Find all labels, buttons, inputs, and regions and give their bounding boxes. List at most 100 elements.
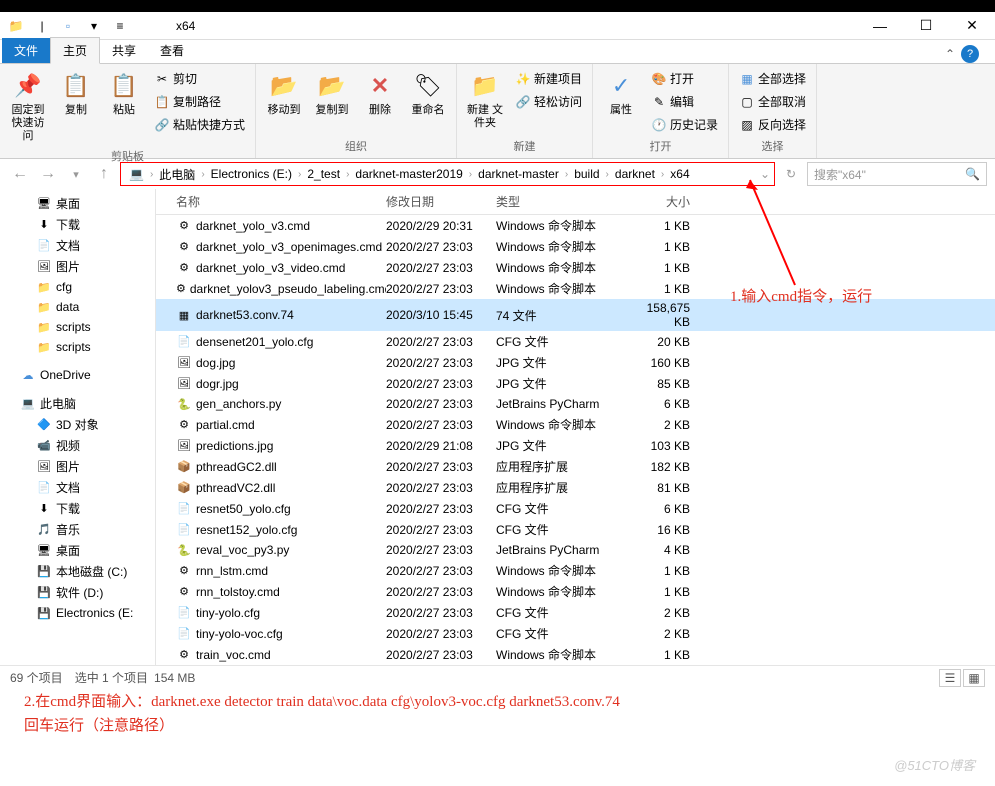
- copy-button[interactable]: 📋复制: [54, 68, 98, 119]
- file-size: 4 KB: [636, 543, 706, 557]
- sidebar-item[interactable]: ⬇下载: [0, 214, 155, 235]
- sidebar-item[interactable]: 🖼图片: [0, 256, 155, 277]
- breadcrumb-item[interactable]: 此电脑: [155, 166, 199, 183]
- file-row[interactable]: 📄resnet50_yolo.cfg 2020/2/27 23:03 CFG 文…: [156, 498, 995, 519]
- delete-button[interactable]: ✕删除: [358, 68, 402, 119]
- sidebar-onedrive[interactable]: ☁OneDrive: [0, 365, 155, 385]
- search-input[interactable]: 搜索"x64"🔍: [807, 162, 987, 186]
- file-row[interactable]: ⚙darknet_yolo_v3_openimages.cmd 2020/2/2…: [156, 236, 995, 257]
- properties-button[interactable]: ✓属性: [599, 68, 643, 119]
- file-row[interactable]: 📦pthreadGC2.dll 2020/2/27 23:03 应用程序扩展 1…: [156, 456, 995, 477]
- sidebar-item[interactable]: 💾软件 (D:): [0, 582, 155, 603]
- breadcrumb-box[interactable]: 💻›此电脑›Electronics (E:)›2_test›darknet-ma…: [120, 162, 775, 186]
- sidebar-item[interactable]: 📄文档: [0, 477, 155, 498]
- breadcrumb-item[interactable]: build: [570, 167, 603, 181]
- edit-button[interactable]: ✎编辑: [647, 91, 722, 112]
- file-icon: ⚙: [176, 260, 192, 276]
- file-row[interactable]: 📦pthreadVC2.dll 2020/2/27 23:03 应用程序扩展 8…: [156, 477, 995, 498]
- file-row[interactable]: 📄densenet201_yolo.cfg 2020/2/27 23:03 CF…: [156, 331, 995, 352]
- tab-file[interactable]: 文件: [2, 38, 50, 63]
- up-button[interactable]: ↑: [92, 162, 116, 186]
- sidebar-item[interactable]: 📁scripts: [0, 337, 155, 357]
- edit-icon: ✎: [651, 94, 667, 110]
- bc-pc-icon[interactable]: 💻: [125, 167, 148, 181]
- column-headers[interactable]: 名称 修改日期 类型 大小: [156, 189, 995, 215]
- invert-button[interactable]: ▨反向选择: [735, 114, 810, 135]
- sidebar-item[interactable]: 💾Electronics (E:: [0, 603, 155, 623]
- open-button[interactable]: 🎨打开: [647, 68, 722, 89]
- sidebar-item[interactable]: 📁scripts: [0, 317, 155, 337]
- view-details-button[interactable]: ☰: [939, 669, 961, 687]
- file-row[interactable]: 📄resnet152_yolo.cfg 2020/2/27 23:03 CFG …: [156, 519, 995, 540]
- breadcrumb-item[interactable]: darknet-master2019: [351, 167, 466, 181]
- file-row[interactable]: 📄tiny-yolo-voc.cfg 2020/2/27 23:03 CFG 文…: [156, 623, 995, 644]
- col-name[interactable]: 名称: [156, 193, 386, 210]
- file-row[interactable]: ⚙rnn_tolstoy.cmd 2020/2/27 23:03 Windows…: [156, 581, 995, 602]
- tab-home[interactable]: 主页: [50, 37, 100, 64]
- back-button[interactable]: ←: [8, 162, 32, 186]
- file-row[interactable]: 🖼predictions.jpg 2020/2/29 21:08 JPG 文件 …: [156, 435, 995, 456]
- copypath-button[interactable]: 📋复制路径: [150, 91, 249, 112]
- file-row[interactable]: ⚙train_voc.cmd 2020/2/27 23:03 Windows 命…: [156, 644, 995, 665]
- sidebar-item[interactable]: 💾本地磁盘 (C:): [0, 561, 155, 582]
- sidebar-item[interactable]: 🔷3D 对象: [0, 414, 155, 435]
- file-row[interactable]: 🖼dog.jpg 2020/2/27 23:03 JPG 文件 160 KB: [156, 352, 995, 373]
- breadcrumb-item[interactable]: x64: [666, 167, 693, 181]
- sidebar-icon: 📁: [36, 299, 52, 315]
- moveto-button[interactable]: 📂移动到: [262, 68, 306, 119]
- file-row[interactable]: ⚙darknet_yolo_v3.cmd 2020/2/29 20:31 Win…: [156, 215, 995, 236]
- properties-icon[interactable]: ▫: [60, 18, 76, 34]
- col-date[interactable]: 修改日期: [386, 193, 496, 210]
- forward-button[interactable]: →: [36, 162, 60, 186]
- file-row[interactable]: ⚙darknet_yolo_v3_video.cmd 2020/2/27 23:…: [156, 257, 995, 278]
- sidebar-item[interactable]: 📹视频: [0, 435, 155, 456]
- minimize-button[interactable]: —: [857, 12, 903, 40]
- close-button[interactable]: ✕: [949, 12, 995, 40]
- tab-share[interactable]: 共享: [100, 38, 148, 63]
- file-row[interactable]: ⚙rnn_lstm.cmd 2020/2/27 23:03 Windows 命令…: [156, 560, 995, 581]
- selectall-button[interactable]: ▦全部选择: [735, 68, 810, 89]
- cut-button[interactable]: ✂剪切: [150, 68, 249, 89]
- help-button[interactable]: ?: [961, 45, 979, 63]
- sidebar-item[interactable]: 🖼图片: [0, 456, 155, 477]
- breadcrumb-item[interactable]: darknet: [611, 167, 659, 181]
- sidebar-item[interactable]: 📁cfg: [0, 277, 155, 297]
- selectnone-button[interactable]: ▢全部取消: [735, 91, 810, 112]
- rename-button[interactable]: 🏷重命名: [406, 68, 450, 119]
- maximize-button[interactable]: ☐: [903, 12, 949, 40]
- tab-view[interactable]: 查看: [148, 38, 196, 63]
- newfolder-button[interactable]: 📁新建 文件夹: [463, 68, 507, 132]
- file-row[interactable]: ⚙partial.cmd 2020/2/27 23:03 Windows 命令脚…: [156, 414, 995, 435]
- file-row[interactable]: 🐍reval_voc_py3.py 2020/2/27 23:03 JetBra…: [156, 540, 995, 560]
- recent-button[interactable]: ▾: [64, 162, 88, 186]
- sidebar-item[interactable]: 🖥桌面: [0, 540, 155, 561]
- sidebar-item[interactable]: 📄文档: [0, 235, 155, 256]
- file-name: pthreadVC2.dll: [196, 481, 275, 495]
- sidebar-item[interactable]: 🎵音乐: [0, 519, 155, 540]
- col-type[interactable]: 类型: [496, 193, 636, 210]
- file-size: 1 KB: [636, 240, 706, 254]
- sidebar-thispc[interactable]: 💻此电脑: [0, 393, 155, 414]
- qat-dropdown-icon[interactable]: ▾: [86, 18, 102, 34]
- paste-button[interactable]: 📋粘贴: [102, 68, 146, 119]
- sidebar-item[interactable]: 🖥桌面: [0, 193, 155, 214]
- newitem-button[interactable]: ✨新建项目: [511, 68, 586, 89]
- sidebar-item[interactable]: 📁data: [0, 297, 155, 317]
- qat-more[interactable]: ≡: [112, 18, 128, 34]
- sidebar-item[interactable]: ⬇下载: [0, 498, 155, 519]
- pin-button[interactable]: 📌固定到 快速访问: [6, 68, 50, 146]
- view-icons-button[interactable]: ▦: [963, 669, 985, 687]
- breadcrumb-item[interactable]: 2_test: [303, 167, 344, 181]
- easyaccess-button[interactable]: 🔗轻松访问: [511, 91, 586, 112]
- file-row[interactable]: 🐍gen_anchors.py 2020/2/27 23:03 JetBrain…: [156, 394, 995, 414]
- breadcrumb-item[interactable]: darknet-master: [474, 167, 563, 181]
- col-size[interactable]: 大小: [636, 193, 706, 210]
- history-button[interactable]: 🕐历史记录: [647, 114, 722, 135]
- file-row[interactable]: 🖼dogr.jpg 2020/2/27 23:03 JPG 文件 85 KB: [156, 373, 995, 394]
- file-row[interactable]: 📄tiny-yolo.cfg 2020/2/27 23:03 CFG 文件 2 …: [156, 602, 995, 623]
- copyto-button[interactable]: 📂复制到: [310, 68, 354, 119]
- breadcrumb-item[interactable]: Electronics (E:): [207, 167, 296, 181]
- pasteshortcut-button[interactable]: 🔗粘贴快捷方式: [150, 114, 249, 135]
- ribbon-collapse-icon[interactable]: ⌃: [945, 47, 955, 61]
- file-date: 2020/2/27 23:03: [386, 377, 496, 391]
